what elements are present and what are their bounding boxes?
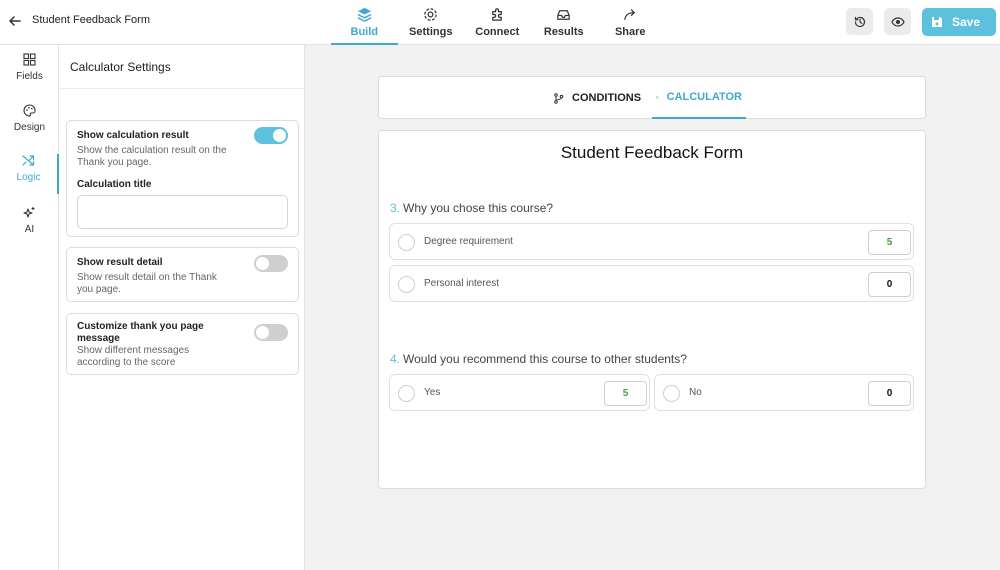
inbox-icon [557, 10, 571, 20]
nav-share-label: Share [614, 26, 646, 38]
question-3: 3. Why you chose this course? [390, 201, 553, 215]
customize-thank-you-desc-1: Show different messages [77, 345, 190, 356]
tab-conditions-label: CONDITIONS [572, 92, 642, 104]
option-personal-interest[interactable]: Personal interest 0 [389, 265, 914, 302]
customize-thank-you-desc-2: according to the score [77, 357, 176, 368]
rail-ai[interactable]: AI [0, 206, 59, 246]
question-4-text: Would you recommend this course to other… [403, 352, 687, 366]
branch-icon [554, 92, 564, 104]
show-result-detail-card: Show result detail Show result detail on… [66, 247, 299, 302]
nav-connect[interactable]: Connect [464, 0, 531, 45]
left-rail: Fields Design Logic AI [0, 45, 59, 570]
show-calculation-result-desc-2: Thank you page. [77, 157, 152, 168]
question-3-text: Why you chose this course? [403, 201, 554, 215]
radio-button[interactable] [398, 234, 415, 251]
shuffle-icon [22, 155, 35, 166]
toggle-knob [273, 129, 286, 142]
option-yes[interactable]: Yes 5 [389, 374, 650, 411]
score-input[interactable]: 5 [604, 381, 647, 406]
rail-logic-label: Logic [16, 172, 41, 183]
question-4-number: 4. [390, 352, 401, 366]
logic-tabs: CONDITIONS CALCULATOR [378, 76, 926, 119]
show-calculation-result-title: Show calculation result [77, 130, 189, 141]
option-label: Degree requirement [424, 236, 513, 247]
panel-divider [59, 88, 304, 89]
back-arrow-icon[interactable] [6, 12, 24, 30]
tab-conditions[interactable]: CONDITIONS [549, 77, 645, 119]
radio-button[interactable] [398, 385, 415, 402]
toggle-knob [256, 326, 269, 339]
toggle-knob [256, 257, 269, 270]
calculation-title-input[interactable] [77, 195, 288, 229]
show-calculation-result-desc-1: Show the calculation result on the [77, 145, 227, 156]
option-no[interactable]: No 0 [654, 374, 914, 411]
option-label: Personal interest [424, 278, 500, 289]
tab-calculator-label: CALCULATOR [666, 91, 742, 103]
nav-settings-label: Settings [409, 26, 453, 38]
rail-fields-label: Fields [16, 71, 43, 82]
grid-icon [23, 53, 36, 66]
eye-icon [890, 16, 905, 27]
form-heading: Student Feedback Form [560, 143, 744, 162]
score-input[interactable]: 0 [868, 272, 911, 297]
nav-results[interactable]: Results [531, 0, 598, 45]
nav-build-label: Build [350, 26, 379, 38]
rail-fields[interactable]: Fields [0, 53, 59, 93]
sparkles-icon [23, 207, 35, 218]
share-arrow-icon [623, 9, 635, 20]
nav-connect-label: Connect [475, 26, 520, 38]
question-3-number: 3. [390, 201, 401, 215]
preview-button[interactable] [884, 8, 911, 35]
show-result-detail-toggle[interactable] [254, 255, 288, 272]
show-calculation-result-card: Show calculation result Show the calcula… [66, 120, 299, 237]
history-icon [854, 16, 865, 27]
customize-thank-you-title-1: Customize thank you page [77, 321, 204, 332]
option-label: Yes [424, 387, 441, 398]
form-preview: Student Feedback Form 3. Why you chose th… [378, 130, 926, 489]
calculation-title-label: Calculation title [77, 179, 152, 190]
nav-build[interactable]: Build [331, 0, 398, 45]
gear-icon [424, 8, 438, 21]
score-input[interactable]: 5 [868, 230, 911, 255]
rail-logic[interactable]: Logic [0, 154, 59, 194]
calculator-icon [656, 95, 659, 99]
show-result-detail-title: Show result detail [77, 257, 163, 268]
radio-button[interactable] [398, 276, 415, 293]
show-calculation-result-toggle[interactable] [254, 127, 288, 144]
radio-button[interactable] [663, 385, 680, 402]
question-4: 4. Would you recommend this course to oth… [390, 352, 687, 366]
history-button[interactable] [846, 8, 873, 35]
show-result-detail-desc-1: Show result detail on the Thank [77, 272, 217, 283]
tab-calculator[interactable]: CALCULATOR [652, 77, 746, 119]
layers-icon [357, 7, 372, 22]
option-degree-requirement[interactable]: Degree requirement 5 [389, 223, 914, 260]
rail-design-label: Design [13, 122, 46, 133]
rail-ai-label: AI [24, 224, 35, 235]
nav-share[interactable]: Share [597, 0, 664, 45]
panel-title: Calculator Settings [70, 60, 171, 74]
option-label: No [689, 387, 702, 398]
save-label: Save [952, 15, 981, 29]
score-input[interactable]: 0 [868, 381, 911, 406]
form-title: Student Feedback Form [32, 14, 151, 26]
nav-results-label: Results [543, 26, 584, 38]
calculator-settings-panel: Calculator Settings Show calculation res… [59, 45, 305, 570]
puzzle-icon [491, 8, 502, 21]
customize-thank-you-card: Customize thank you page message Show di… [66, 313, 299, 375]
save-button[interactable]: Save [922, 8, 996, 36]
nav-settings[interactable]: Settings [398, 0, 465, 45]
palette-icon [23, 104, 36, 117]
main-nav: Build Settings Connect Results Share [331, 0, 664, 45]
customize-thank-you-toggle[interactable] [254, 324, 288, 341]
customize-thank-you-title-2: message [77, 333, 120, 344]
show-result-detail-desc-2: you page. [77, 284, 121, 295]
top-bar: Student Feedback Form Build Settings Con… [0, 0, 1000, 45]
floppy-disk-icon [932, 17, 942, 27]
rail-design[interactable]: Design [0, 104, 59, 144]
